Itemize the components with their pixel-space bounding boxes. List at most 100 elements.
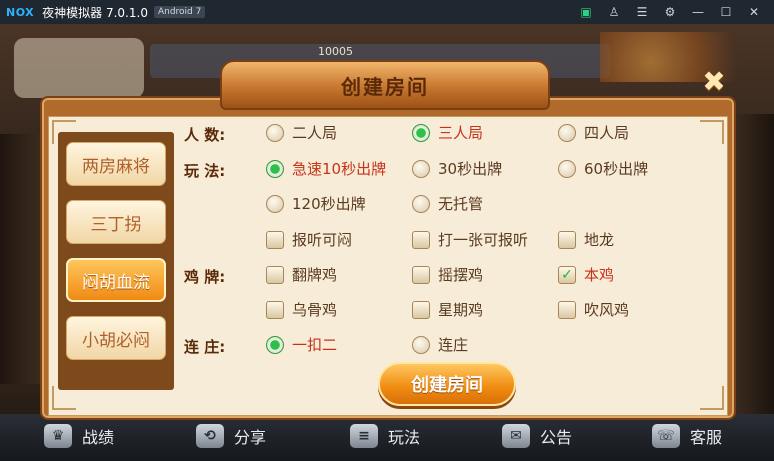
option-three-players[interactable]: 三人局	[412, 122, 483, 143]
option-baoting-kemen[interactable]: 报听可闷	[266, 229, 352, 250]
close-icon: ✖	[702, 64, 726, 98]
checkbox	[266, 230, 284, 249]
option-label: 打一张可报听	[438, 231, 529, 249]
nav-share-label: 分享	[234, 428, 267, 447]
nox-logo: NOX	[6, 5, 35, 19]
option-da-yizhang-baoting[interactable]: 打一张可报听	[412, 229, 528, 250]
radio-indicator	[412, 159, 430, 178]
option-dilong[interactable]: 地龙	[558, 229, 614, 250]
tab-sandingguai[interactable]: 三丁拐	[66, 200, 166, 244]
option-label: 60秒出牌	[584, 160, 649, 178]
checkbox	[412, 300, 430, 319]
nav-rules[interactable]: ≡ 玩法	[350, 424, 420, 448]
rules-icon: ≡	[350, 424, 378, 448]
close-icon[interactable]: ✕	[740, 0, 768, 24]
trophy-icon: ♛	[44, 424, 72, 448]
settings-icon[interactable]: ⚙	[656, 0, 684, 24]
option-two-players[interactable]: 二人局	[266, 122, 337, 143]
play-label: 玩 法:	[184, 162, 226, 180]
option-label: 地龙	[584, 231, 615, 249]
option-label: 急速10秒出牌	[292, 160, 387, 178]
option-label: 本鸡	[584, 266, 615, 284]
checkbox	[412, 265, 430, 284]
option-label: 二人局	[292, 124, 338, 142]
maximize-icon[interactable]: ☐	[712, 0, 740, 24]
option-fast-10s[interactable]: 急速10秒出牌	[266, 158, 386, 179]
option-chuifeng-ji[interactable]: 吹风鸡	[558, 299, 629, 320]
option-label: 吹风鸡	[584, 301, 630, 319]
radio-indicator	[558, 159, 576, 178]
option-label: 翻牌鸡	[292, 266, 338, 284]
game-type-tabs: 两房麻将 三丁拐 闷胡血流 小胡必闷	[58, 132, 174, 390]
radio-indicator	[266, 194, 284, 213]
option-label: 120秒出牌	[292, 195, 366, 213]
option-ben-ji[interactable]: ✓ 本鸡	[558, 264, 614, 285]
nav-notice-label: 公告	[540, 428, 573, 447]
close-dialog-button[interactable]: ✖	[694, 62, 734, 100]
store-icon[interactable]: ▣	[572, 0, 600, 24]
radio-indicator	[412, 194, 430, 213]
dialog-title: 创建房间	[341, 74, 429, 99]
tab-xiaohu-bimen[interactable]: 小胡必闷	[66, 316, 166, 360]
menu-icon[interactable]: ☰	[628, 0, 656, 24]
option-label: 四人局	[584, 124, 630, 142]
nav-rules-label: 玩法	[388, 428, 421, 447]
option-120s[interactable]: 120秒出牌	[266, 193, 366, 214]
checkbox-checked: ✓	[558, 265, 576, 284]
left-scenery	[0, 134, 40, 384]
option-label: 一扣二	[292, 336, 338, 354]
option-wugu-ji[interactable]: 乌骨鸡	[266, 299, 337, 320]
checkbox	[558, 300, 576, 319]
emulator-title: 夜神模拟器 7.0.1.0	[42, 5, 148, 20]
option-label: 无托管	[438, 195, 484, 213]
corner-ornament	[700, 386, 724, 410]
android-version-badge: Android 7	[153, 6, 206, 18]
tab-menhu-xueliu[interactable]: 闷胡血流	[66, 258, 166, 302]
radio-indicator	[412, 335, 430, 354]
window-controls: ▣ ♙ ☰ ⚙ — ☐ ✕	[572, 0, 768, 24]
shirt-icon[interactable]: ♙	[600, 0, 628, 24]
players-label: 人 数:	[184, 126, 226, 144]
nav-records[interactable]: ♛ 战绩	[44, 424, 114, 448]
nav-share[interactable]: ⟲ 分享	[196, 424, 266, 448]
checkbox	[558, 230, 576, 249]
option-xingqi-ji[interactable]: 星期鸡	[412, 299, 483, 320]
radio-indicator-selected	[266, 335, 284, 354]
option-label: 连庄	[438, 336, 469, 354]
option-label: 乌骨鸡	[292, 301, 338, 319]
corner-ornament	[700, 120, 724, 144]
dialog-header: 创建房间	[220, 60, 550, 110]
right-scenery	[734, 114, 774, 414]
tab-liangfang-mahjong[interactable]: 两房麻将	[66, 142, 166, 186]
create-room-button[interactable]: 创建房间	[378, 362, 516, 406]
option-lianzhuang[interactable]: 连庄	[412, 334, 468, 355]
share-icon: ⟲	[196, 424, 224, 448]
banker-label: 连 庄:	[184, 338, 226, 356]
nav-notice[interactable]: ✉ 公告	[502, 424, 572, 448]
option-label: 三人局	[438, 124, 484, 142]
option-no-auto[interactable]: 无托管	[412, 193, 483, 214]
nav-records-label: 战绩	[82, 428, 115, 447]
radio-indicator-selected	[266, 159, 284, 178]
nav-support-label: 客服	[690, 428, 723, 447]
nav-support[interactable]: ☏ 客服	[652, 424, 722, 448]
radio-indicator	[558, 123, 576, 142]
option-yaobai-ji[interactable]: 摇摆鸡	[412, 264, 483, 285]
option-label: 报听可闷	[292, 231, 353, 249]
minimize-icon[interactable]: —	[684, 0, 712, 24]
option-60s[interactable]: 60秒出牌	[558, 158, 648, 179]
option-label: 30秒出牌	[438, 160, 503, 178]
checkbox	[266, 300, 284, 319]
radio-indicator	[266, 123, 284, 142]
option-30s[interactable]: 30秒出牌	[412, 158, 502, 179]
option-four-players[interactable]: 四人局	[558, 122, 629, 143]
currency-counter: 10005	[318, 45, 353, 58]
emulator-titlebar: NOX 夜神模拟器 7.0.1.0 Android 7 ▣ ♙ ☰ ⚙ — ☐ …	[0, 0, 774, 24]
option-label: 星期鸡	[438, 301, 484, 319]
option-label: 摇摆鸡	[438, 266, 484, 284]
support-icon: ☏	[652, 424, 680, 448]
option-yikou-er[interactable]: 一扣二	[266, 334, 337, 355]
chicken-label: 鸡 牌:	[184, 268, 226, 286]
option-fanpai-ji[interactable]: 翻牌鸡	[266, 264, 337, 285]
checkbox	[266, 265, 284, 284]
